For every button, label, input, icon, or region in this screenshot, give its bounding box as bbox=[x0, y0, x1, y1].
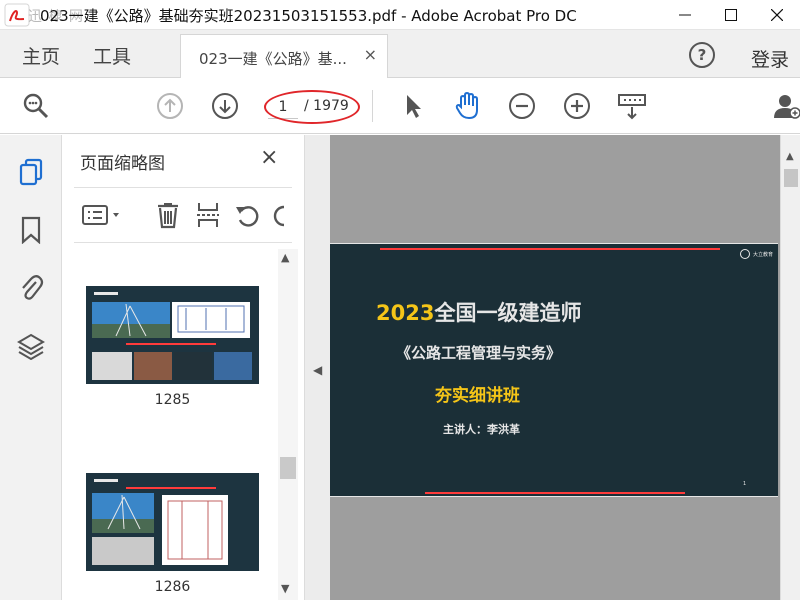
rotate-cw-icon bbox=[273, 205, 285, 227]
zoom-in-button[interactable] bbox=[561, 90, 593, 122]
title-bar: 迅 棣 网 023一建《公路》基础夯实班20231503151553.pdf -… bbox=[0, 0, 800, 30]
slide-teacher: 主讲人：李洪革 bbox=[443, 423, 520, 436]
thumbnail-page-number: 1285 bbox=[154, 392, 191, 408]
tab-bar: 主页 工具 bbox=[0, 30, 800, 78]
help-icon[interactable]: ? bbox=[689, 42, 715, 68]
delete-icon bbox=[158, 203, 178, 229]
panel-collapse-divider[interactable]: ◀ bbox=[305, 135, 330, 600]
slide-subtitle: 《公路工程管理与实务》 bbox=[396, 344, 562, 362]
thumbnail-page-number: 1286 bbox=[154, 579, 191, 595]
slide-title: 2023全国一级建造师 bbox=[376, 297, 581, 327]
tab-close-icon[interactable]: × bbox=[364, 45, 377, 64]
tab-tools[interactable]: 工具 bbox=[93, 42, 131, 69]
maximize-button[interactable] bbox=[708, 0, 754, 30]
thumbnail-scrollbar[interactable]: ▲ ▼ bbox=[278, 249, 298, 600]
share-user-button[interactable] bbox=[770, 90, 800, 122]
slide-footer-red-text bbox=[425, 492, 685, 494]
bookmarks-button[interactable] bbox=[16, 215, 46, 245]
hand-tool-icon bbox=[455, 91, 478, 120]
pdf-page: 大立教育 2023全国一级建造师 《公路工程管理与实务》 夯实细讲班 主讲人：李… bbox=[330, 243, 778, 497]
layers-button[interactable] bbox=[16, 331, 46, 361]
acrobat-logo-icon bbox=[4, 3, 30, 27]
slide-logo-text: 大立教育 bbox=[753, 251, 774, 258]
layers-icon bbox=[17, 333, 45, 360]
page-thumbnails-panel: 页面缩略图 × 1285 1286 ▲ ▼ bbox=[62, 135, 305, 600]
page-thumbnail-1286[interactable] bbox=[86, 473, 259, 571]
maximize-icon bbox=[725, 9, 737, 21]
thumbnail-scroll-thumb[interactable] bbox=[280, 457, 296, 479]
slide-title-year: 2023 bbox=[376, 301, 435, 325]
attachment-icon bbox=[22, 275, 44, 300]
hand-tool-button[interactable] bbox=[452, 90, 484, 122]
insert-page-icon bbox=[197, 203, 219, 227]
page-up-icon bbox=[157, 93, 183, 119]
panel-title: 页面缩略图 bbox=[80, 154, 165, 174]
keyboard-icon bbox=[618, 94, 646, 120]
page-thumbnails-icon bbox=[19, 158, 43, 186]
slide-header-red-text bbox=[380, 248, 720, 250]
thumbnail-image bbox=[86, 473, 259, 571]
insert-page-button[interactable] bbox=[192, 200, 224, 230]
page-thumbnail-1285[interactable] bbox=[86, 286, 259, 384]
close-button[interactable] bbox=[754, 0, 800, 30]
search-zoom-icon bbox=[23, 93, 49, 119]
document-scroll-thumb[interactable] bbox=[784, 169, 798, 187]
slide-title-text: 全国一级建造师 bbox=[434, 301, 582, 325]
toolbar: / 1979 bbox=[0, 78, 800, 134]
zoom-in-icon bbox=[564, 93, 590, 119]
page-down-icon bbox=[212, 93, 238, 119]
bookmark-icon bbox=[21, 216, 41, 244]
scroll-down-icon[interactable]: ▼ bbox=[281, 582, 289, 595]
scroll-up-icon[interactable]: ▲ bbox=[281, 251, 289, 264]
left-navigation-rail bbox=[0, 135, 62, 600]
previous-page-button[interactable] bbox=[154, 90, 186, 122]
tab-document[interactable]: 023一建《公路》基... × bbox=[180, 34, 388, 78]
thumbnail-toolbar bbox=[74, 187, 292, 243]
slide-class-name: 夯实细讲班 bbox=[435, 386, 520, 406]
zoom-out-button[interactable] bbox=[506, 90, 538, 122]
thumbnail-image bbox=[86, 286, 259, 384]
collapse-arrow-icon[interactable]: ◀ bbox=[313, 363, 322, 377]
select-tool-button[interactable] bbox=[397, 90, 429, 122]
scroll-up-icon[interactable]: ▲ bbox=[786, 151, 794, 162]
rotate-ccw-button[interactable] bbox=[232, 200, 264, 230]
window-title: 023一建《公路》基础夯实班20231503151553.pdf - Adobe… bbox=[40, 7, 577, 25]
select-arrow-icon bbox=[407, 95, 421, 118]
slide-page-number: 1 bbox=[743, 481, 747, 487]
options-menu-icon bbox=[82, 205, 119, 225]
slide-logo: 大立教育 bbox=[740, 249, 773, 259]
panel-close-icon[interactable]: × bbox=[260, 145, 278, 170]
options-menu-button[interactable] bbox=[80, 200, 124, 230]
keyboard-scroll-button[interactable] bbox=[616, 90, 648, 122]
rotate-ccw-icon bbox=[236, 206, 259, 227]
red-annotation-ellipse bbox=[264, 90, 360, 124]
document-tab-label: 023一建《公路》基... bbox=[199, 50, 347, 68]
slide-logo-circle-icon bbox=[740, 249, 750, 259]
delete-page-button[interactable] bbox=[152, 200, 184, 230]
close-icon bbox=[771, 9, 783, 21]
share-user-icon bbox=[774, 95, 800, 119]
rotate-cw-button[interactable] bbox=[270, 200, 292, 230]
zoom-out-icon bbox=[509, 93, 535, 119]
search-zoom-button[interactable] bbox=[20, 90, 52, 122]
document-viewport[interactable]: 大立教育 2023全国一级建造师 《公路工程管理与实务》 夯实细讲班 主讲人：李… bbox=[330, 135, 780, 600]
minimize-icon bbox=[679, 14, 691, 16]
minimize-button[interactable] bbox=[662, 0, 708, 30]
attachments-button[interactable] bbox=[16, 272, 46, 302]
next-page-button[interactable] bbox=[209, 90, 241, 122]
document-scrollbar[interactable]: ▲ bbox=[780, 135, 800, 600]
toolbar-divider bbox=[372, 90, 373, 122]
login-button[interactable]: 登录 bbox=[751, 45, 789, 72]
tab-home[interactable]: 主页 bbox=[22, 42, 60, 69]
page-thumbnails-button[interactable] bbox=[16, 157, 46, 187]
